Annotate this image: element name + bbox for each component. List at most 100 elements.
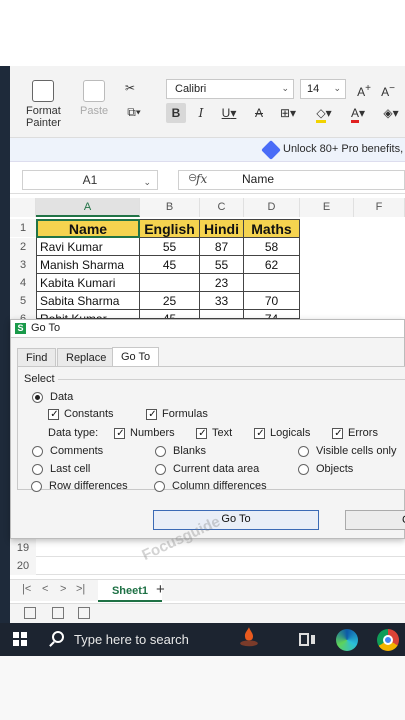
checkbox-formulas[interactable]: Formulas [146,408,208,420]
table-cell[interactable]: 55 [140,238,200,256]
first-sheet-icon[interactable]: |< [22,583,31,595]
table-cell[interactable]: Sabita Sharma [36,292,140,310]
table-cell[interactable]: 62 [244,256,300,274]
bold-button[interactable]: B [166,103,186,123]
prev-sheet-icon[interactable]: < [42,583,48,595]
fill-color-icon[interactable]: ◇▾ [310,103,338,123]
last-sheet-icon[interactable]: >| [76,583,85,595]
format-painter-button[interactable]: Format Painter [26,80,61,129]
column-header-c[interactable]: C [200,198,244,217]
dialog-titlebar[interactable]: S Go To [11,320,404,338]
row-header[interactable]: 19 [10,539,36,557]
cortana-fire-icon[interactable] [238,625,260,647]
next-sheet-icon[interactable]: > [60,583,66,595]
borders-icon[interactable]: ⊞▾ [274,103,302,123]
italic-button[interactable]: I [192,103,210,123]
column-header-f[interactable]: F [354,198,405,217]
table-cell[interactable]: 55 [200,256,244,274]
font-name-select[interactable]: Calibri ⌄ [166,79,294,99]
row-header[interactable]: 6 [10,310,36,319]
select-all-corner[interactable] [10,198,36,217]
checkbox-errors[interactable]: Errors [332,427,378,439]
column-header-e[interactable]: E [300,198,354,217]
radio-icon [298,445,309,457]
checkbox-text[interactable]: Text [196,427,232,439]
table-cell[interactable] [200,310,244,319]
column-header-b[interactable]: B [140,198,200,217]
cell-d1[interactable]: Maths [244,219,300,238]
add-sheet-button[interactable]: + [156,581,165,598]
radio-blanks[interactable]: Blanks [155,445,206,457]
windows-start-icon[interactable] [13,632,27,646]
chrome-browser-icon[interactable] [377,629,399,651]
tab-goto[interactable]: Go To [112,347,160,367]
underline-button[interactable]: U▾ [216,103,242,123]
cut-icon[interactable]: ✂ [120,78,140,98]
table-cell[interactable]: 45 [140,310,200,319]
table-cell[interactable]: 45 [140,256,200,274]
tab-replace[interactable]: Replace [57,348,116,366]
radio-visible-cells[interactable]: Visible cells only [298,445,397,457]
goto-button[interactable]: Go To [153,510,319,530]
search-icon[interactable] [52,631,64,643]
pro-diamond-icon [261,140,281,160]
table-cell[interactable]: 25 [140,292,200,310]
edge-browser-icon[interactable] [336,629,358,651]
status-icon[interactable] [24,607,36,619]
row-header[interactable]: 5 [10,292,36,310]
table-cell[interactable]: Kabita Kumari [36,274,140,292]
taskbar-search-input[interactable]: Type here to search [74,632,189,647]
strikethrough-icon[interactable]: A [250,103,268,123]
table-cell[interactable]: 70 [244,292,300,310]
status-icon[interactable] [52,607,64,619]
copy-icon[interactable]: ⧉▾ [120,102,148,122]
radio-last-cell[interactable]: Last cell [32,463,90,475]
eraser-icon[interactable]: ◈▾ [378,103,404,123]
cell-a1[interactable]: Name [36,219,140,238]
radio-objects[interactable]: Objects [298,463,353,475]
divider [58,379,405,380]
table-cell[interactable]: Ravi Kumar [36,238,140,256]
column-header-a[interactable]: A [36,198,140,217]
font-color-icon[interactable]: A▾ [344,103,372,123]
checkbox-logicals[interactable]: Logicals [254,427,310,439]
radio-data[interactable]: Data [32,391,73,403]
table-cell[interactable]: 74 [244,310,300,319]
radio-column-differences[interactable]: Column differences [154,480,267,492]
shrink-font-button[interactable]: A− [378,79,398,99]
row-header[interactable]: 2 [10,238,36,256]
sheet-tab-sheet1[interactable]: Sheet1 [98,580,162,602]
paste-button[interactable]: Paste [80,80,108,117]
cell-c1[interactable]: Hindi [200,219,244,238]
table-cell[interactable] [140,274,200,292]
radio-comments[interactable]: Comments [32,445,103,457]
name-box[interactable]: A1 ⌄ [22,170,158,190]
radio-row-differences[interactable]: Row differences [31,480,128,492]
formula-input[interactable] [178,170,405,190]
table-cell[interactable]: Rohit Kumar [36,310,140,319]
table-cell[interactable]: Manish Sharma [36,256,140,274]
row-header[interactable]: 3 [10,256,36,274]
cell-b1[interactable]: English [140,219,200,238]
table-cell[interactable]: 58 [244,238,300,256]
grow-font-button[interactable]: A+ [354,79,374,99]
table-cell[interactable]: 87 [200,238,244,256]
checkbox-numbers[interactable]: Numbers [114,427,175,439]
checkbox-constants[interactable]: Constants [48,408,114,420]
promo-bar[interactable]: Unlock 80+ Pro benefits, inc [10,138,405,162]
radio-current-data-area[interactable]: Current data area [155,463,259,475]
fx-icon[interactable]: fx [196,172,207,186]
status-icon[interactable] [78,607,90,619]
row-header[interactable]: 4 [10,274,36,292]
close-button[interactable]: C [345,510,405,530]
row-header[interactable]: 1 [10,219,36,237]
table-cell[interactable] [244,274,300,292]
table-cell[interactable]: 33 [200,292,244,310]
radio-icon [155,445,166,457]
column-header-d[interactable]: D [244,198,300,217]
row-header[interactable]: 20 [10,557,36,575]
font-size-select[interactable]: 14 ⌄ [300,79,346,99]
table-cell[interactable]: 23 [200,274,244,292]
tab-find[interactable]: Find [17,348,57,366]
task-view-icon[interactable] [296,629,318,651]
